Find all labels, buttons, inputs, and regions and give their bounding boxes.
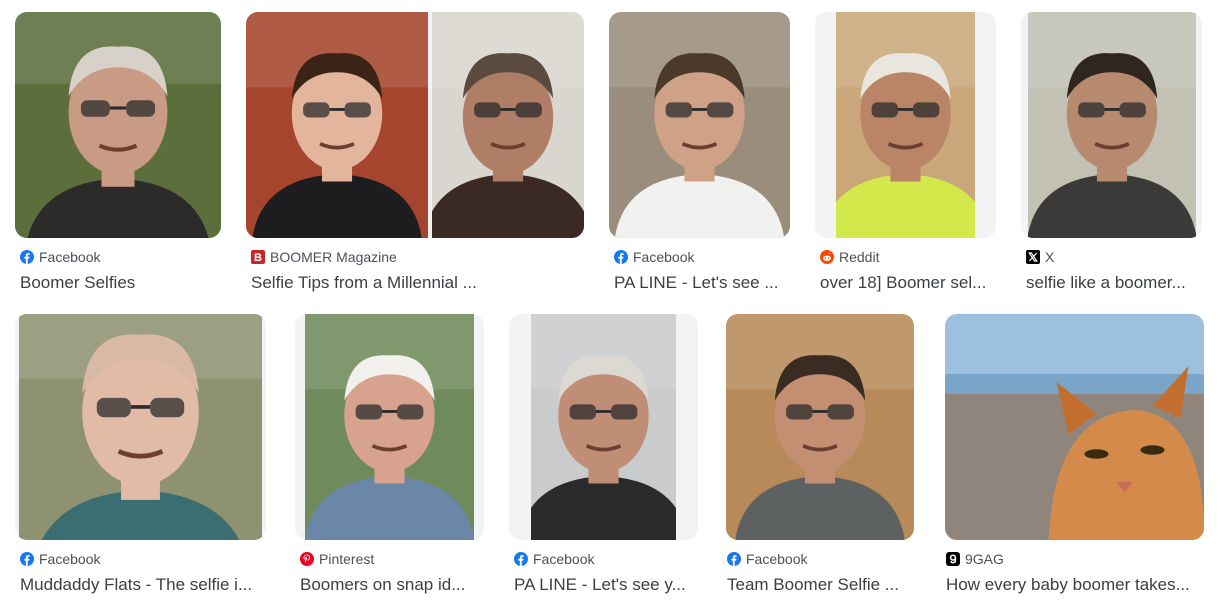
- facebook-icon: [727, 552, 741, 566]
- result-source[interactable]: Facebook: [514, 550, 699, 568]
- result-thumbnail[interactable]: [815, 12, 996, 238]
- selfie-photo: [726, 314, 914, 540]
- facebook-icon: [514, 552, 528, 566]
- cat-photo: [945, 314, 1204, 540]
- boomer-magazine-icon: B: [251, 250, 265, 264]
- source-name: Facebook: [39, 249, 101, 265]
- source-name: Facebook: [39, 551, 101, 567]
- source-name: Facebook: [746, 551, 808, 567]
- selfie-photo: [531, 314, 676, 540]
- source-name: BOOMER Magazine: [270, 249, 397, 265]
- result-source[interactable]: Facebook: [727, 550, 918, 568]
- selfie-photo: [305, 314, 474, 540]
- result-title[interactable]: PA LINE - Let's see y...: [514, 574, 699, 596]
- svg-text:B: B: [254, 252, 262, 264]
- result-title[interactable]: over 18] Boomer sel...: [820, 272, 1000, 294]
- result-thumbnail[interactable]: [295, 314, 484, 540]
- result-title[interactable]: Selfie Tips from a Millennial ...: [251, 272, 586, 294]
- result-source[interactable]: Facebook: [20, 550, 270, 568]
- result-title[interactable]: Team Boomer Selfie ...: [727, 574, 918, 596]
- 9gag-icon: [946, 552, 960, 566]
- result-title[interactable]: Boomer Selfies: [20, 272, 227, 294]
- result-source[interactable]: Facebook: [20, 248, 227, 266]
- facebook-icon: [20, 552, 34, 566]
- result-source[interactable]: B BOOMER Magazine: [251, 248, 586, 266]
- result-thumbnail[interactable]: [609, 12, 790, 238]
- result-source[interactable]: Pinterest: [300, 550, 485, 568]
- result-source[interactable]: Reddit: [820, 248, 1000, 266]
- selfie-photo: [836, 12, 975, 238]
- source-name: X: [1045, 249, 1055, 265]
- results-row-2: Facebook Muddaddy Flats - The selfie i..…: [0, 302, 1222, 597]
- result-source[interactable]: X: [1026, 248, 1206, 266]
- source-name: 9GAG: [965, 551, 1004, 567]
- selfie-photo: [1028, 12, 1196, 238]
- selfie-photo: [609, 12, 790, 238]
- result-thumbnail[interactable]: [15, 314, 266, 540]
- result-source[interactable]: Facebook: [614, 248, 794, 266]
- result-thumbnail[interactable]: [726, 314, 914, 540]
- source-name: Pinterest: [319, 551, 375, 567]
- result-title[interactable]: Muddaddy Flats - The selfie i...: [20, 574, 270, 596]
- selfie-photo: [15, 12, 221, 238]
- source-name: Reddit: [839, 249, 880, 265]
- facebook-icon: [614, 250, 628, 264]
- result-thumbnail[interactable]: [246, 12, 584, 238]
- source-name: Facebook: [633, 249, 695, 265]
- result-thumbnail[interactable]: [945, 314, 1204, 540]
- pinterest-icon: [300, 552, 314, 566]
- result-thumbnail[interactable]: [1021, 12, 1202, 238]
- selfie-photo-second: [432, 12, 584, 238]
- result-thumbnail[interactable]: [509, 314, 698, 540]
- result-title[interactable]: Boomers on snap id...: [300, 574, 485, 596]
- selfie-photo: [246, 12, 428, 238]
- results-row-1: Facebook Boomer Selfies B BOOMER Magazin…: [0, 0, 1222, 295]
- result-title[interactable]: selfie like a boomer...: [1026, 272, 1206, 294]
- facebook-icon: [20, 250, 34, 264]
- selfie-photo: [19, 314, 262, 540]
- source-name: Facebook: [533, 551, 595, 567]
- reddit-icon: [820, 250, 834, 264]
- x-icon: [1026, 250, 1040, 264]
- result-title[interactable]: PA LINE - Let's see ...: [614, 272, 794, 294]
- result-title[interactable]: How every baby boomer takes...: [946, 574, 1209, 596]
- result-source[interactable]: 9GAG: [946, 550, 1209, 568]
- result-thumbnail[interactable]: [15, 12, 221, 238]
